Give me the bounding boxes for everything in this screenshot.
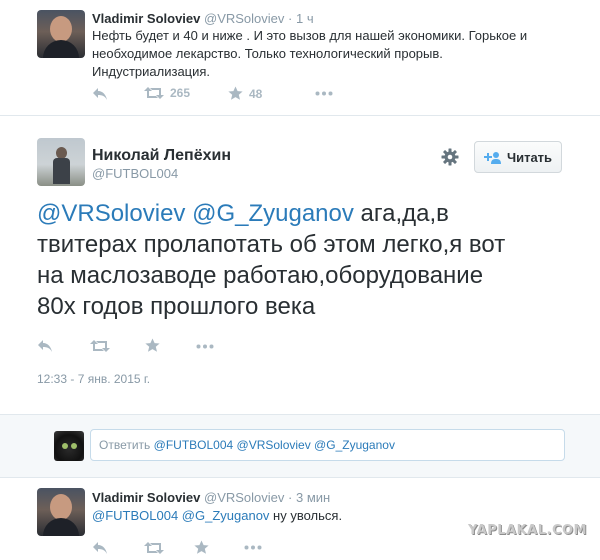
- reply-icon: [38, 340, 52, 352]
- author-handle[interactable]: @VRSoloviev: [204, 11, 284, 26]
- tweet-text-line: Индустриализация.: [92, 64, 211, 79]
- tweet-bottom: Vladimir Soloviev @VRSoloviev · 3 мин @F…: [0, 478, 600, 560]
- favorite-button[interactable]: 48: [228, 86, 262, 101]
- tweet-text-line: 80х годов прошлого века: [37, 293, 316, 320]
- settings-button[interactable]: [438, 145, 462, 169]
- tweet-header: Vladimir Soloviev @VRSoloviev · 1 ч: [92, 11, 314, 27]
- reply-prefix: Ответить: [99, 438, 151, 452]
- tweet-text: @FUTBOL004 @G_Zyuganov ну уволься.: [92, 507, 342, 525]
- retweet-button[interactable]: 265: [144, 86, 190, 100]
- tweet-text-fragment: ага,да,в: [353, 200, 449, 227]
- follow-user-icon: [483, 151, 501, 164]
- reply-icon: [93, 88, 107, 100]
- tweet-time[interactable]: · 3 мин: [288, 490, 330, 505]
- retweet-icon: [144, 87, 164, 99]
- tweet-text-line: Нефть будет и 40 и ниже . И это вызов дл…: [92, 28, 528, 43]
- tweet-text: @VRSoloviev @G_Zyuganov ага,да,в твитера…: [37, 198, 577, 322]
- tweet-text-line: необходимое лекарство. Только технологич…: [92, 46, 443, 61]
- more-button[interactable]: [244, 545, 262, 550]
- favorite-icon: [145, 338, 160, 352]
- author-name[interactable]: Vladimir Soloviev: [92, 490, 200, 505]
- retweet-count: 265: [170, 86, 191, 100]
- more-icon: [315, 91, 333, 96]
- reply-button[interactable]: [92, 87, 108, 101]
- author-handle[interactable]: @VRSoloviev: [204, 490, 284, 505]
- reply-button[interactable]: [37, 339, 53, 353]
- avatar[interactable]: [37, 488, 85, 536]
- tweet-text-line: твитерах пролапотать об этом легко,я вот: [37, 231, 506, 258]
- gear-icon: [441, 148, 459, 166]
- author-name[interactable]: Николай Лепёхин: [92, 146, 231, 166]
- tweet-text-line: @VRSoloviev @G_Zyuganov ага,да,в: [37, 198, 577, 229]
- mention-link[interactable]: @VRSoloviev: [37, 200, 185, 227]
- retweet-icon: [144, 542, 164, 554]
- tweet-timestamp[interactable]: 12:33 - 7 янв. 2015 г.: [37, 372, 150, 386]
- more-button[interactable]: [196, 344, 214, 349]
- favorite-count: 48: [249, 86, 263, 101]
- tweet-time[interactable]: · 1 ч: [288, 11, 314, 26]
- tweet-text-fragment: ну уволься.: [269, 508, 343, 523]
- follow-label: Читать: [506, 149, 553, 165]
- more-icon: [244, 545, 262, 550]
- tweet-header: Vladimir Soloviev @VRSoloviev · 3 мин: [92, 490, 330, 506]
- mention-link[interactable]: @G_Zyuganov: [192, 200, 354, 227]
- watermark: YAPLAKAL.COM: [468, 523, 587, 538]
- author-name[interactable]: Vladimir Soloviev: [92, 11, 200, 26]
- tweet-text-line: на маслозаводе работаю,оборудование: [37, 262, 484, 289]
- favorite-button[interactable]: [145, 338, 160, 353]
- tweet-top: Vladimir Soloviev @VRSoloviev · 1 ч Нефт…: [0, 0, 600, 116]
- retweet-icon: [90, 340, 110, 352]
- favorite-button[interactable]: [194, 540, 209, 555]
- reply-area: Ответить @FUTBOL004 @VRSoloviev @G_Zyuga…: [0, 414, 600, 478]
- mention-link[interactable]: @G_Zyuganov: [182, 508, 270, 523]
- retweet-button[interactable]: [90, 339, 110, 353]
- tweet-text: Нефть будет и 40 и ниже . И это вызов дл…: [92, 27, 582, 81]
- favorite-icon: [228, 86, 243, 100]
- follow-button[interactable]: Читать: [474, 141, 562, 173]
- author-handle[interactable]: @FUTBOL004: [92, 166, 178, 182]
- reply-button[interactable]: [92, 541, 108, 555]
- retweet-button[interactable]: [144, 541, 164, 555]
- favorite-icon: [194, 540, 209, 554]
- reply-input[interactable]: Ответить @FUTBOL004 @VRSoloviev @G_Zyuga…: [90, 429, 565, 461]
- mention-link[interactable]: @FUTBOL004: [92, 508, 178, 523]
- avatar[interactable]: [37, 138, 85, 186]
- reply-icon: [93, 542, 107, 554]
- avatar[interactable]: [37, 10, 85, 58]
- more-icon: [196, 344, 214, 349]
- my-avatar: [54, 431, 84, 461]
- more-button[interactable]: [315, 91, 333, 96]
- reply-mentions: @FUTBOL004 @VRSoloviev @G_Zyuganov: [153, 438, 395, 452]
